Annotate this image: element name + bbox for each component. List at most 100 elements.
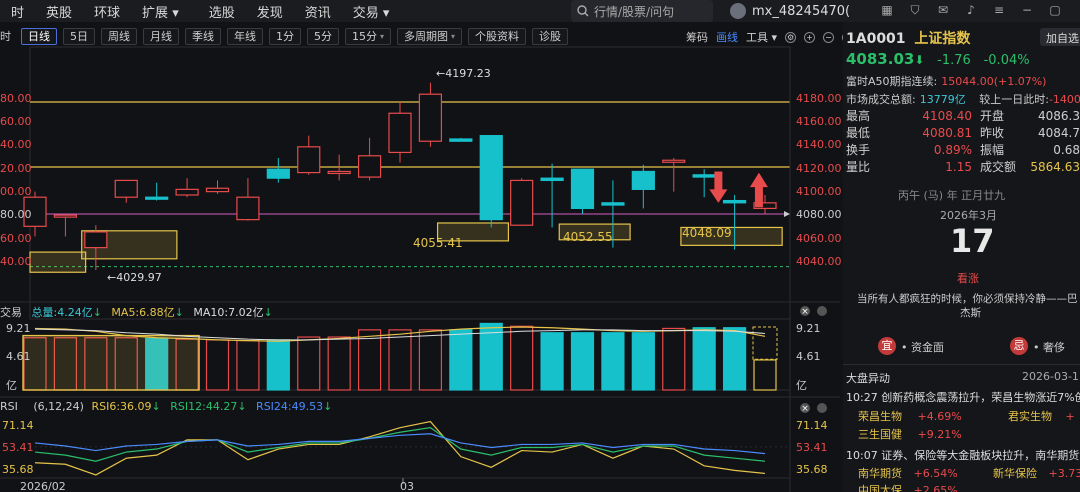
top-icons: ▦ ⛉ ✉ ♪ ≡ − ▢ (880, 3, 1062, 17)
calendar-month: 2026年3月 (940, 209, 997, 222)
candle (388, 112, 412, 154)
quote-author: 杰斯 (960, 307, 981, 319)
news-stock[interactable]: 南华期货 +6.54% (858, 465, 958, 481)
candle (570, 168, 595, 210)
candle (449, 138, 473, 142)
ji-badge: 忌 (1010, 337, 1028, 355)
candle (357, 155, 382, 178)
user-menu[interactable]: mx_48245470( (730, 0, 850, 22)
nav-item[interactable]: 选股 (198, 2, 246, 21)
price-line: 4083.03⬇ -1.76 -0.04% (846, 50, 1030, 68)
box-label: 4048.09 (682, 226, 732, 240)
nav-item[interactable]: 时 (0, 2, 35, 21)
candle (540, 177, 564, 182)
stat-row: 最低 4080.81 昨收 4084.7 (846, 125, 1080, 141)
news-divider (843, 364, 1080, 365)
current-price-marker (784, 211, 790, 218)
nav-item[interactable]: 资讯 (294, 2, 342, 21)
news-item[interactable]: 10:07 证券、保险等大金融板块拉升，南华期货涨 (846, 447, 1080, 463)
candle (479, 135, 503, 221)
vol-tick: 4.61 (796, 350, 821, 363)
low-label: ←4029.97 (107, 271, 162, 284)
vol-tick: 亿 (6, 379, 17, 392)
price-tick-left: 80.00 (0, 208, 32, 221)
search-input[interactable]: 行情/股票/问句 (571, 0, 713, 22)
nav-item[interactable]: 发现 (246, 2, 294, 21)
volume-bar (266, 339, 290, 391)
volume-bar (631, 332, 655, 391)
pane-close-icon: × (800, 306, 810, 317)
high-label: ←4197.23 (436, 67, 491, 80)
pane-settings-bg (817, 403, 827, 413)
volume-bar (205, 339, 230, 391)
news-stock[interactable]: 新华保险 +3.73 (993, 465, 1080, 481)
nav-item[interactable]: 扩展 ▾ (131, 2, 190, 21)
minimize-icon[interactable]: − (1020, 3, 1034, 17)
price-tick: 4140.00 (796, 138, 842, 151)
quote-text: 当所有人都疯狂的时候，你必须保持冷静——巴 (857, 293, 1078, 305)
a50-line: 富时A50期指连续: 15044.00(+1.07%) (846, 75, 1047, 88)
volume-bar (753, 359, 777, 391)
yi-text: • 资金面 (901, 341, 944, 354)
x-axis-mark: 03 (400, 480, 414, 492)
volume-bar (449, 329, 473, 391)
news-item[interactable]: 10:27 创新药概念震荡拉升，荣昌生物涨近7%创 (846, 389, 1080, 405)
pane-settings-icon (817, 403, 827, 413)
maximize-icon[interactable]: ▢ (1048, 3, 1062, 17)
volume-highlight-box (22, 334, 200, 391)
volume-bar (297, 336, 321, 391)
price-tick-left: 20.00 (0, 162, 32, 175)
volume-bar (388, 329, 412, 391)
candle (145, 196, 169, 200)
vol-tick: 亿 (796, 379, 807, 392)
nav-item[interactable]: 英股 (35, 2, 83, 21)
candle (722, 199, 747, 204)
news-stock[interactable]: 三生国健 +9.21% (858, 426, 962, 442)
volume-header: 交易 总量:4.24亿↓ MA5:6.88亿↓ MA10:7.02亿↓ (0, 306, 273, 319)
nav-item[interactable]: 环球 (83, 2, 131, 21)
candle (692, 174, 716, 178)
mail-icon[interactable]: ✉ (936, 3, 950, 17)
candle (327, 170, 351, 175)
price-tick-left: 60.00 (0, 232, 32, 245)
candle (418, 93, 443, 142)
news-date: 2026-03-1 (1022, 370, 1079, 383)
fortune: 看涨 (957, 272, 979, 285)
candle (114, 179, 138, 198)
price-tick: 4120.00 (796, 162, 842, 175)
username: mx_48245470( (752, 3, 851, 19)
news-stock[interactable]: 君实生物 + (1008, 408, 1075, 424)
rsi-tick: 71.14 (796, 419, 828, 432)
volume-bar (662, 327, 686, 391)
rsi-tick: 53.41 (796, 441, 828, 454)
rsi-tick: 35.68 (2, 463, 34, 476)
yi-badge: 宜 (878, 337, 896, 355)
pane-settings-icon (817, 306, 827, 316)
stat-row: 换手 0.89% 振幅 0.68 (846, 142, 1080, 158)
vol-tick: 4.61 (6, 350, 31, 363)
volume-bar (418, 329, 443, 391)
add-watchlist-button[interactable]: 加自选 (1040, 28, 1080, 46)
qr-icon[interactable]: ▦ (880, 3, 894, 17)
menu-icon[interactable]: ≡ (992, 3, 1006, 17)
calendar-day: 17 (950, 222, 995, 260)
candle (205, 187, 230, 193)
news-stock[interactable]: 中国太保 +2.65% (858, 482, 958, 492)
pane-settings-bg (817, 306, 827, 316)
pane-close-icon: × (800, 403, 810, 414)
price-tick-left: 60.00 (0, 115, 32, 128)
news-title: 大盘异动 (846, 372, 890, 385)
candle (297, 146, 321, 174)
shirt-icon[interactable]: ⛉ (908, 3, 922, 17)
avatar (730, 3, 746, 19)
bell-icon[interactable]: ♪ (964, 3, 978, 17)
price-chart[interactable]: ×× (0, 22, 840, 492)
rsi-header: RSI (6,12,24) RSI6:36.09↓ RSI12:44.27↓ R… (0, 400, 333, 413)
nav-item[interactable]: 交易 ▾ (342, 2, 401, 21)
candle (631, 170, 655, 190)
news-stock[interactable]: 荣昌生物 +4.69% (858, 408, 962, 424)
price-tick-left: 00.00 (0, 185, 32, 198)
box-label: 4055.41 (413, 236, 463, 250)
candle (510, 179, 534, 226)
volume-forecast-box (752, 326, 778, 360)
